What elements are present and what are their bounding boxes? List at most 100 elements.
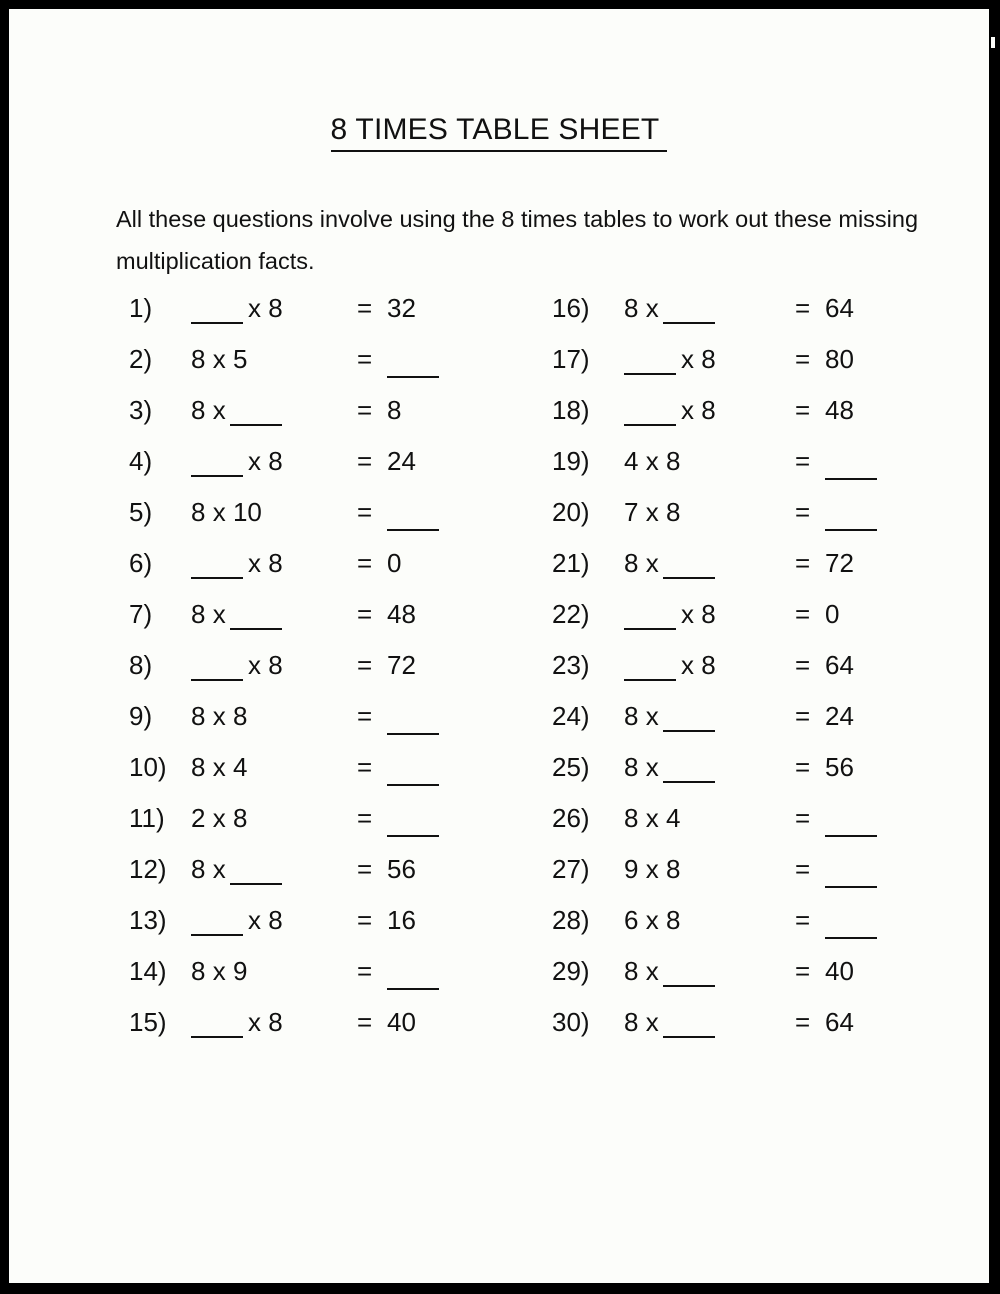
equals-sign: = (795, 956, 811, 986)
equals-sign: = (357, 599, 373, 629)
answer-blank[interactable] (191, 322, 243, 324)
answer-value: 0 (387, 548, 402, 578)
operand-right: 9 (232, 956, 248, 986)
question-answer (387, 752, 439, 786)
answer-blank[interactable] (229, 424, 282, 426)
operand-right: 8 (268, 548, 283, 578)
question-expression: x 8 (624, 344, 784, 375)
question-number: 15) (129, 1007, 167, 1037)
question-number: 30) (552, 1007, 590, 1037)
question-answer: 40 (387, 1007, 416, 1038)
question-number: 21) (552, 548, 590, 578)
question-expression: 8 x (624, 752, 784, 783)
question-expression: 6 x 8 (624, 905, 784, 936)
operand-right: 8 (268, 446, 283, 476)
answer-blank[interactable] (387, 529, 439, 531)
answer-value: 64 (825, 1007, 854, 1037)
answer-blank[interactable] (229, 628, 282, 630)
multiplication-sign: x (212, 344, 226, 374)
equals-sign: = (357, 548, 373, 578)
multiplication-sign: x (645, 548, 659, 578)
question-number: 29) (552, 956, 590, 986)
answer-blank[interactable] (825, 937, 877, 939)
answer-blank[interactable] (624, 679, 676, 681)
multiplication-sign: x (645, 854, 659, 884)
answer-blank[interactable] (191, 679, 243, 681)
answer-blank[interactable] (387, 733, 439, 735)
equals-sign: = (795, 1007, 811, 1037)
operand-right: 8 (701, 395, 716, 425)
answer-blank[interactable] (825, 835, 877, 837)
answer-blank[interactable] (191, 1036, 243, 1038)
question-answer: 64 (825, 1007, 854, 1038)
answer-blank[interactable] (662, 1036, 715, 1038)
question-number: 26) (552, 803, 590, 833)
equals-sign: = (357, 650, 373, 680)
question-number: 14) (129, 956, 167, 986)
question-number: 18) (552, 395, 590, 425)
equals-sign: = (795, 344, 811, 374)
question-number: 7) (129, 599, 153, 629)
question-answer (825, 854, 877, 888)
operand-left: 8 (191, 344, 206, 374)
answer-value: 16 (387, 905, 416, 935)
answer-blank[interactable] (387, 376, 439, 378)
question-number: 27) (552, 854, 590, 884)
question-number: 5) (129, 497, 153, 527)
question-expression: 7 x 8 (624, 497, 784, 528)
answer-blank[interactable] (387, 835, 439, 837)
answer-blank[interactable] (662, 730, 715, 732)
question-number: 13) (129, 905, 167, 935)
answer-value: 48 (387, 599, 416, 629)
multiplication-sign: x (212, 395, 226, 425)
answer-blank[interactable] (624, 628, 676, 630)
question-expression: 8 x (624, 293, 784, 324)
answer-blank[interactable] (624, 424, 676, 426)
answer-blank[interactable] (191, 934, 243, 936)
answer-value: 64 (825, 293, 854, 323)
answer-blank[interactable] (191, 475, 243, 477)
answer-blank[interactable] (825, 886, 877, 888)
multiplication-sign: x (645, 1007, 659, 1037)
question-answer: 16 (387, 905, 416, 936)
answer-value: 80 (825, 344, 854, 374)
question-answer: 64 (825, 293, 854, 324)
answer-value: 24 (387, 446, 416, 476)
question-number: 28) (552, 905, 590, 935)
answer-blank[interactable] (387, 784, 439, 786)
multiplication-sign: x (645, 752, 659, 782)
operand-left: 8 (624, 548, 639, 578)
question-expression: x 8 (191, 293, 351, 324)
answer-blank[interactable] (387, 988, 439, 990)
question-number: 22) (552, 599, 590, 629)
answer-blank[interactable] (662, 322, 715, 324)
equals-sign: = (795, 752, 811, 782)
multiplication-sign: x (645, 293, 659, 323)
multiplication-sign: x (681, 395, 694, 425)
answer-blank[interactable] (229, 883, 282, 885)
question-number: 23) (552, 650, 590, 680)
operand-right: 8 (232, 803, 248, 833)
question-number: 4) (129, 446, 153, 476)
answer-value: 40 (825, 956, 854, 986)
multiplication-sign: x (212, 497, 226, 527)
answer-value: 24 (825, 701, 854, 731)
answer-blank[interactable] (825, 478, 877, 480)
answer-blank[interactable] (662, 781, 715, 783)
question-number: 1) (129, 293, 153, 323)
answer-blank[interactable] (624, 373, 676, 375)
question-expression: x 8 (191, 548, 351, 579)
equals-sign: = (357, 395, 373, 425)
worksheet-sheet: 8 TIMES TABLE SHEET All these questions … (9, 9, 989, 1283)
answer-blank[interactable] (662, 577, 715, 579)
question-expression: 8 x 8 (191, 701, 351, 732)
answer-blank[interactable] (191, 577, 243, 579)
answer-blank[interactable] (825, 529, 877, 531)
question-expression: 8 x (191, 599, 351, 630)
question-number: 12) (129, 854, 167, 884)
operand-right: 8 (665, 446, 681, 476)
equals-sign: = (357, 446, 373, 476)
question-answer (825, 497, 877, 531)
question-number: 19) (552, 446, 590, 476)
answer-blank[interactable] (662, 985, 715, 987)
